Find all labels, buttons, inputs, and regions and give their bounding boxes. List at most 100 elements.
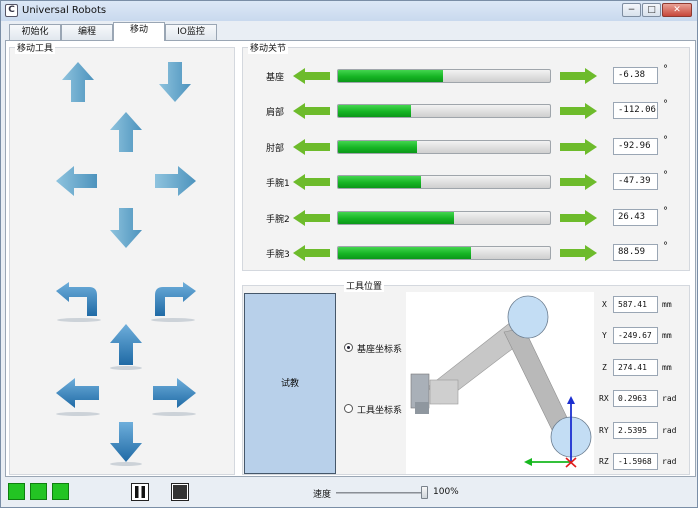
joint-label: 手腕1 [266,179,290,189]
joint-value-field[interactable]: -47.39 [613,173,658,190]
jog-right-arrow-icon[interactable] [558,67,598,85]
tab-init[interactable]: 初始化 [9,24,61,40]
tab-move[interactable]: 移动 [113,22,165,41]
rotate-left-icon[interactable] [55,281,101,323]
arrow-up-icon[interactable] [61,61,95,103]
close-button[interactable]: ✕ [662,3,692,17]
jog-right-arrow-icon[interactable] [558,102,598,120]
rotate-right-icon[interactable] [151,281,197,323]
joint-position-bar [337,140,551,154]
tcp-unit: mm [662,300,672,309]
base-frame-radio[interactable] [344,343,353,352]
tcp-unit: rad [662,394,677,403]
status-bar: 速度 100% [1,479,697,507]
joint-value-field[interactable]: -6.38 [613,67,658,84]
tcp-value-field[interactable]: 587.41 [613,296,658,313]
maximize-button[interactable]: □ [642,3,661,17]
tcp-unit: mm [662,331,672,340]
joint-position-bar [337,69,551,83]
tcp-axis-label: X [602,300,607,309]
joint-label: 肩部 [266,108,285,118]
joint-unit: ° [663,135,668,146]
jog-left-arrow-icon[interactable] [292,244,332,262]
speed-slider-track[interactable] [336,492,428,494]
speed-slider-thumb[interactable] [421,486,428,499]
jog-left-arrow-icon[interactable] [292,173,332,191]
jog-right-arrow-icon[interactable] [558,209,598,227]
tab-program[interactable]: 编程 [61,24,113,40]
joint-unit: ° [663,64,668,75]
arrow-down-icon[interactable] [158,61,192,103]
joint-position-fill [338,105,411,117]
robot-3d-view [406,292,594,474]
joint-position-bar [337,211,551,225]
speed-value: 100% [433,487,459,497]
joint-label: 基座 [266,73,285,83]
joint-label: 手腕2 [266,215,290,225]
tcp-value-field[interactable]: -249.67 [613,327,658,344]
tool-frame-label: 工具坐标系 [357,406,403,416]
tool-frame-radio[interactable] [344,404,353,413]
joint-position-fill [338,247,471,259]
main-window: C Universal Robots − □ ✕ 初始化 编程 移动 IO监控 … [0,0,698,508]
joint-label: 肘部 [266,144,285,154]
joint-position-fill [338,141,417,153]
joint-position-fill [338,212,454,224]
joint-value-field[interactable]: -92.96 [613,138,658,155]
arrow-left-icon[interactable] [55,165,99,197]
window-title: Universal Robots [22,5,107,16]
arrow-up-icon[interactable] [109,111,143,153]
pause-icon [135,486,145,498]
arrow-right-icon[interactable] [153,165,197,197]
tcp-unit: mm [662,363,672,372]
joint-value-field[interactable]: -112.06 [613,102,658,119]
tcp-value-field[interactable]: -1.5968 [613,453,658,470]
base-frame-label: 基座坐标系 [357,345,403,355]
tcp-unit: rad [662,457,677,466]
jog-left-arrow-icon[interactable] [292,209,332,227]
tcp-axis-label: RZ [599,457,609,466]
jog-right-arrow-icon[interactable] [558,244,598,262]
speed-label: 速度 [313,490,332,500]
joint-value-field[interactable]: 88.59 [613,244,658,261]
minimize-button[interactable]: − [622,3,641,17]
tcp-axis-label: RX [599,394,609,403]
tcp-value-field[interactable]: 274.41 [613,359,658,376]
tcp-axis-label: Y [602,331,607,340]
jog-left-arrow-icon[interactable] [292,67,332,85]
arrow-left-icon[interactable] [55,377,101,417]
jog-right-arrow-icon[interactable] [558,138,598,156]
joints-label: 移动关节 [248,41,289,54]
tcp-value-field[interactable]: 0.2963 [613,390,658,407]
arrow-right-icon[interactable] [151,377,197,417]
joint-unit: ° [663,170,668,181]
jog-left-arrow-icon[interactable] [292,102,332,120]
title-bar: C Universal Robots − □ ✕ [1,1,697,21]
arrow-down-icon[interactable] [109,207,143,249]
joint-label: 手腕3 [266,250,290,260]
joint-position-bar [337,246,551,260]
stop-icon [173,485,187,499]
joint-value-field[interactable]: 26.43 [613,209,658,226]
jog-right-arrow-icon[interactable] [558,173,598,191]
pause-button[interactable] [131,483,149,501]
joint-position-fill [338,176,421,188]
arrow-up-icon[interactable] [109,323,143,371]
tab-io[interactable]: IO监控 [165,24,217,40]
joint-position-fill [338,70,443,82]
tcp-axis-label: RY [599,426,609,435]
arrow-down-icon[interactable] [109,421,143,467]
teach-button[interactable]: 试教 [244,293,336,474]
status-led [8,483,25,500]
status-led [30,483,47,500]
status-led [52,483,69,500]
joint-unit: ° [663,206,668,217]
jog-left-arrow-icon[interactable] [292,138,332,156]
tool-position-label: 工具位置 [344,279,385,292]
joint-unit: ° [663,99,668,110]
joint-position-bar [337,175,551,189]
move-tool-label: 移动工具 [15,41,56,54]
joint-unit: ° [663,241,668,252]
tcp-value-field[interactable]: 2.5395 [613,422,658,439]
stop-button[interactable] [171,483,189,501]
